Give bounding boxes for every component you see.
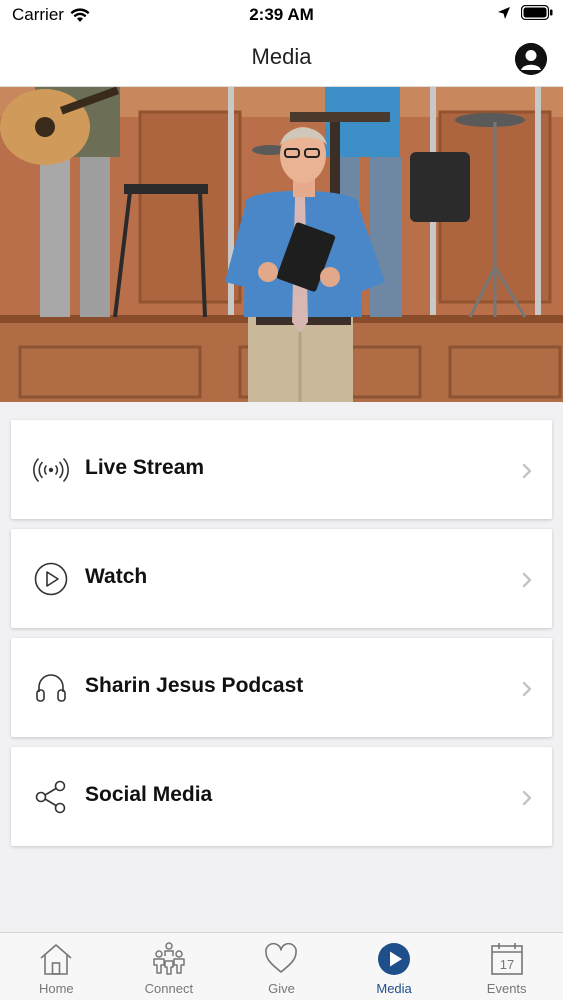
tab-give[interactable]: Give xyxy=(225,933,338,1000)
tab-bar: Home Connect Give Media 17 Events xyxy=(0,932,563,1000)
tab-label: Give xyxy=(268,981,295,996)
heart-icon xyxy=(265,942,298,973)
share-icon xyxy=(35,780,66,814)
menu-item-watch[interactable]: Watch xyxy=(11,529,552,628)
tab-media[interactable]: Media xyxy=(338,933,451,1000)
tab-label: Media xyxy=(376,981,412,996)
play-circle-filled-icon xyxy=(378,943,411,975)
status-bar: Carrier 2:39 AM xyxy=(0,0,563,30)
hero-image xyxy=(0,87,563,402)
play-circle-icon xyxy=(34,562,68,596)
calendar-icon: 17 xyxy=(490,943,523,975)
headphones-icon xyxy=(36,674,66,702)
calendar-day-label: 17 xyxy=(499,957,513,972)
menu-item-podcast[interactable]: Sharin Jesus Podcast xyxy=(11,638,552,737)
profile-button[interactable] xyxy=(515,43,547,75)
tab-label: Home xyxy=(38,981,74,996)
tab-events[interactable]: 17 Events xyxy=(450,933,563,1000)
chevron-right-icon xyxy=(522,790,532,806)
menu-item-label: Watch xyxy=(85,565,148,588)
menu-item-label: Live Stream xyxy=(85,456,205,479)
tab-home[interactable]: Home xyxy=(0,933,113,1000)
battery-icon xyxy=(521,5,553,20)
status-right xyxy=(497,5,553,20)
menu-item-live-stream[interactable]: Live Stream xyxy=(11,420,552,519)
status-time: 2:39 AM xyxy=(249,5,314,24)
page-title: Media xyxy=(251,44,312,69)
tab-label: Events xyxy=(486,981,527,996)
user-avatar-icon xyxy=(515,43,547,75)
chevron-right-icon xyxy=(522,463,532,479)
hero-illustration xyxy=(0,87,563,402)
chevron-right-icon xyxy=(522,572,532,588)
nav-bar: Media xyxy=(0,30,563,87)
media-menu: Live Stream Watch Sharin Jesus Podcast S… xyxy=(11,420,552,856)
tab-connect[interactable]: Connect xyxy=(113,933,226,1000)
chevron-right-icon xyxy=(522,681,532,697)
broadcast-icon xyxy=(33,457,69,483)
tab-label: Connect xyxy=(144,981,194,996)
menu-item-social-media[interactable]: Social Media xyxy=(11,747,552,846)
menu-item-label: Social Media xyxy=(85,783,213,806)
menu-item-label: Sharin Jesus Podcast xyxy=(85,674,304,697)
people-icon xyxy=(153,942,185,975)
home-icon xyxy=(40,944,72,975)
location-arrow-icon xyxy=(498,6,510,19)
